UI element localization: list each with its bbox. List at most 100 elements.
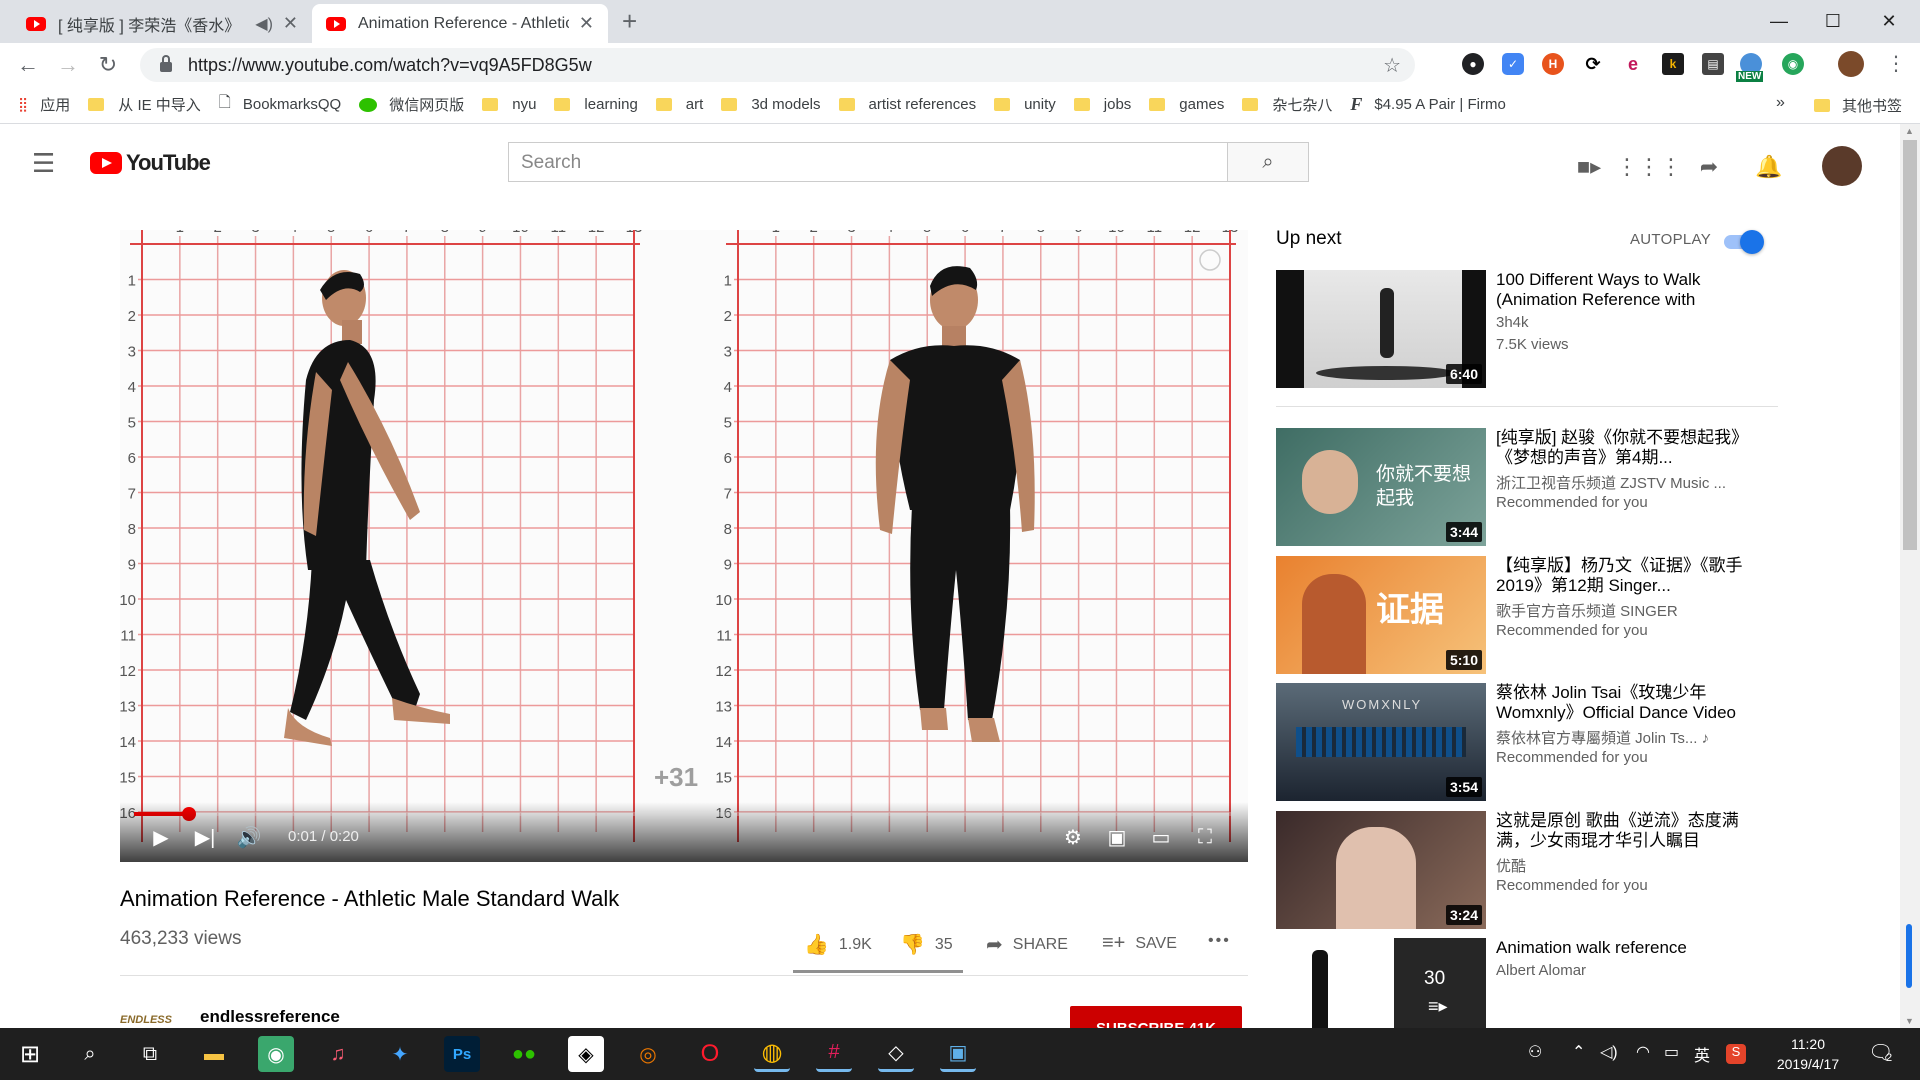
video-thumbnail[interactable]: 6:40 bbox=[1276, 270, 1486, 388]
search-icon[interactable]: ⌕ bbox=[72, 1036, 108, 1072]
video-title[interactable]: 【纯享版】杨乃文《证据》《歌手2019》第12期 Singer... bbox=[1496, 556, 1766, 596]
more-actions-icon[interactable]: ••• bbox=[1208, 932, 1231, 950]
recommended-video[interactable]: 证据 5:10 【纯享版】杨乃文《证据》《歌手2019》第12期 Singer.… bbox=[1276, 556, 1786, 674]
recommended-video[interactable]: WOMXNLY 3:54 蔡依林 Jolin Tsai《玫瑰少年 Womxnly… bbox=[1276, 683, 1786, 801]
play-icon[interactable]: ▶ bbox=[146, 822, 176, 852]
autoplay-toggle[interactable] bbox=[1724, 230, 1768, 254]
search-button[interactable]: ⌕ bbox=[1227, 142, 1309, 182]
extension-circle-icon[interactable]: ● bbox=[1462, 53, 1484, 75]
video-title[interactable]: [纯享版] 赵骏《你就不要想起我》《梦想的声音》第4期... bbox=[1496, 428, 1766, 468]
task-view-icon[interactable]: ⧉ bbox=[132, 1036, 168, 1072]
bookmark-star-icon[interactable]: ☆ bbox=[1383, 53, 1401, 78]
bookmark-folder[interactable]: 3d models bbox=[721, 96, 821, 113]
maximize-button[interactable]: ☐ bbox=[1810, 6, 1856, 36]
bookmark-folder[interactable]: artist references bbox=[838, 96, 976, 113]
extension-window-icon[interactable]: ▤ bbox=[1702, 53, 1724, 75]
messages-icon[interactable]: ➦ bbox=[1696, 154, 1722, 180]
browser-tab-active[interactable]: Animation Reference - Athletic ✕ bbox=[312, 4, 608, 43]
bookmark-folder[interactable]: games bbox=[1149, 96, 1224, 113]
slack-icon[interactable]: # bbox=[816, 1036, 852, 1072]
bookmark-page[interactable]: 🗋 BookmarksQQ bbox=[219, 92, 341, 117]
bookmark-wechat[interactable]: 微信网页版 bbox=[359, 94, 464, 115]
notifications-bell-icon[interactable]: 🔔 bbox=[1755, 154, 1782, 180]
chrome-menu-icon[interactable]: ⋮ bbox=[1886, 51, 1906, 76]
save-button[interactable]: ≡+ SAVE bbox=[1102, 932, 1177, 955]
extension-e-icon[interactable]: e bbox=[1622, 53, 1644, 75]
profile-avatar[interactable] bbox=[1838, 51, 1864, 77]
video-thumbnail[interactable]: 你就不要想起我 3:44 bbox=[1276, 428, 1486, 546]
other-bookmarks[interactable]: 其他书签 bbox=[1814, 95, 1902, 116]
recommended-video[interactable]: 6:40 100 Different Ways to Walk (Animati… bbox=[1276, 270, 1786, 388]
recommended-video[interactable]: 你就不要想起我 3:44 [纯享版] 赵骏《你就不要想起我》《梦想的声音》第4期… bbox=[1276, 428, 1786, 546]
search-input[interactable]: Search bbox=[508, 142, 1228, 182]
bookmark-folder[interactable]: 从 IE 中导入 bbox=[88, 94, 201, 115]
page-scrollbar[interactable]: ▲ ▼ bbox=[1900, 124, 1920, 1028]
itunes-icon[interactable]: ♫ bbox=[320, 1036, 356, 1072]
tab-close-icon[interactable]: ✕ bbox=[579, 13, 594, 34]
address-bar[interactable]: https://www.youtube.com/watch?v=vq9A5FD8… bbox=[140, 48, 1415, 82]
video-title[interactable]: 蔡依林 Jolin Tsai《玫瑰少年 Womxnly》Official Dan… bbox=[1496, 683, 1766, 723]
bookmark-folder[interactable]: jobs bbox=[1073, 96, 1131, 113]
system-clock[interactable]: 11:20 2019/4/17 bbox=[1758, 1034, 1858, 1074]
wechat-icon[interactable]: ●● bbox=[506, 1036, 542, 1072]
theater-mode-icon[interactable]: ▭ bbox=[1146, 822, 1176, 852]
browser-tab[interactable]: [ 纯享版 ] 李荣浩《香水》 ◀︎) ✕ bbox=[12, 4, 312, 43]
back-arrow-icon[interactable]: ← bbox=[12, 49, 44, 81]
opera-icon[interactable]: O bbox=[692, 1036, 728, 1072]
recommended-playlist[interactable]: 30 ≡▸ Animation walk reference Albert Al… bbox=[1276, 938, 1786, 1028]
bookmark-folder[interactable]: art bbox=[655, 96, 703, 113]
extension-sync-icon[interactable]: ⟳ bbox=[1582, 53, 1604, 75]
ime-indicator[interactable]: 英 bbox=[1694, 1042, 1710, 1066]
bookmark-firmoo[interactable]: F $4.95 A Pair | Firmo bbox=[1350, 94, 1505, 115]
tab-close-icon[interactable]: ✕ bbox=[283, 13, 298, 34]
youtube-logo[interactable]: YouTube bbox=[90, 150, 211, 176]
screen-app-icon[interactable]: ◉ bbox=[258, 1036, 294, 1072]
video-title[interactable]: 100 Different Ways to Walk (Animation Re… bbox=[1496, 270, 1766, 310]
bookmark-folder[interactable]: learning bbox=[554, 96, 638, 113]
hamburger-menu-icon[interactable]: ☰ bbox=[32, 148, 55, 179]
windows-start-icon[interactable]: ⊞ bbox=[12, 1036, 48, 1072]
file-explorer-icon[interactable]: ▬ bbox=[196, 1036, 232, 1072]
scrollbar-thumb[interactable] bbox=[1903, 140, 1917, 550]
playlist-thumbnail[interactable]: 30 ≡▸ bbox=[1276, 938, 1486, 1028]
extension-h-icon[interactable]: H bbox=[1542, 53, 1564, 75]
miniplayer-icon[interactable]: ▣ bbox=[1102, 822, 1132, 852]
channel-logo[interactable]: ENDLESS bbox=[120, 1014, 172, 1026]
video-title[interactable]: 这就是原创 歌曲《逆流》态度满满，少女雨琨才华引人瞩目 bbox=[1496, 811, 1766, 851]
video-thumbnail[interactable]: WOMXNLY 3:54 bbox=[1276, 683, 1486, 801]
bookmark-folder[interactable]: 杂七杂八 bbox=[1242, 94, 1332, 115]
unity-hub-icon[interactable]: ◈ bbox=[568, 1036, 604, 1072]
next-video-icon[interactable]: ▶| bbox=[190, 822, 220, 852]
unity-icon[interactable]: ◇ bbox=[878, 1036, 914, 1072]
blender-icon[interactable]: ◎ bbox=[630, 1036, 666, 1072]
scroll-up-arrow-icon[interactable]: ▲ bbox=[1905, 126, 1914, 136]
close-window-button[interactable]: ✕ bbox=[1866, 6, 1912, 36]
volume-tray-icon[interactable]: ◁) bbox=[1600, 1042, 1618, 1062]
channel-name[interactable]: endlessreference bbox=[200, 1007, 340, 1027]
sogou-ime-icon[interactable]: S bbox=[1726, 1044, 1746, 1064]
recommended-video[interactable]: 3:24 这就是原创 歌曲《逆流》态度满满，少女雨琨才华引人瞩目 优酷 Reco… bbox=[1276, 811, 1786, 929]
settings-gear-icon[interactable]: ⚙ bbox=[1058, 822, 1088, 852]
forward-arrow-icon[interactable]: → bbox=[52, 49, 84, 81]
scroll-down-arrow-icon[interactable]: ▼ bbox=[1905, 1016, 1914, 1026]
video-thumbnail[interactable]: 3:24 bbox=[1276, 811, 1486, 929]
minimize-button[interactable]: — bbox=[1756, 6, 1802, 36]
chrome-icon[interactable]: ◍ bbox=[754, 1036, 790, 1072]
video-title[interactable]: Animation walk reference bbox=[1496, 938, 1766, 958]
wifi-icon[interactable]: ◠ bbox=[1636, 1042, 1650, 1062]
reload-icon[interactable]: ↻ bbox=[92, 49, 124, 81]
create-video-icon[interactable]: ■▸ bbox=[1576, 154, 1602, 180]
extension-shield-icon[interactable]: ✓ bbox=[1502, 53, 1524, 75]
apps-grid-icon[interactable]: ⋮⋮⋮ bbox=[1616, 154, 1682, 180]
tray-expand-icon[interactable]: ⌃ bbox=[1572, 1042, 1585, 1062]
account-avatar[interactable] bbox=[1822, 146, 1862, 186]
zbrush-icon[interactable]: ✦ bbox=[382, 1036, 418, 1072]
bookmarks-more-icon[interactable]: » bbox=[1776, 94, 1785, 112]
window-app-icon[interactable]: ▣ bbox=[940, 1036, 976, 1072]
side-slider-handle[interactable] bbox=[1906, 924, 1912, 988]
like-button[interactable]: 👍 1.9K bbox=[804, 932, 872, 957]
bookmark-folder[interactable]: unity bbox=[994, 96, 1056, 113]
extension-chat-icon[interactable]: ◉ bbox=[1782, 53, 1804, 75]
video-player[interactable]: 1234567891011121312345678910111213141516… bbox=[120, 230, 1248, 862]
battery-icon[interactable]: ▭ bbox=[1664, 1042, 1679, 1062]
